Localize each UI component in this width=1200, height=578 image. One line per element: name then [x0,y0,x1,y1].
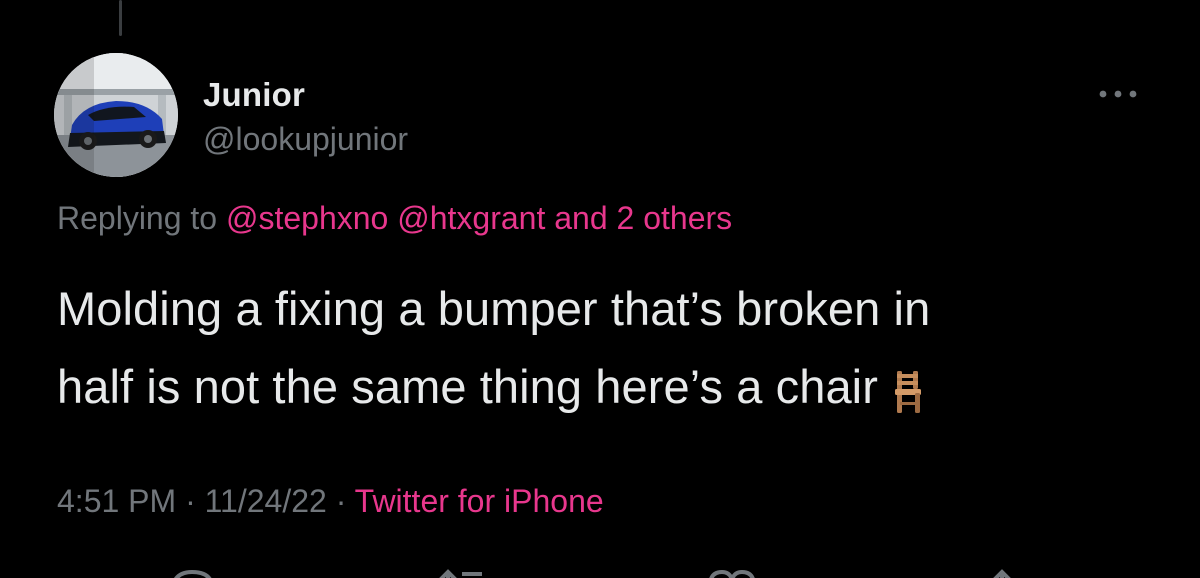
tweet-time[interactable]: 4:51 PM [57,483,176,519]
share-button[interactable] [978,568,1028,578]
like-icon [709,569,755,578]
chair-icon [892,358,922,436]
author-handle[interactable]: @lookupjunior [203,121,408,158]
tweet-text-line: half is not the same thing here’s a chai… [57,360,878,413]
share-icon [993,569,1011,578]
tweet-source-link[interactable]: Twitter for iPhone [355,483,604,519]
tweet-body: Molding a fixing a bumper that’s broken … [57,270,1157,436]
avatar[interactable] [54,53,178,177]
thread-connector-line [119,0,122,36]
like-button[interactable] [704,568,760,578]
mention-link[interactable]: @htxgrant [397,200,545,236]
mention-link[interactable]: @stephxno [226,200,388,236]
mention-others-link[interactable]: and 2 others [554,200,732,236]
tweet-date[interactable]: 11/24/22 [205,483,327,519]
tweet-action-bar [0,560,1200,578]
reply-icon [174,569,212,578]
reply-button[interactable] [168,568,216,578]
retweet-button[interactable] [432,568,492,578]
meta-separator: · [326,483,355,519]
author-name[interactable]: Junior [203,76,305,114]
retweet-icon [439,569,482,578]
more-icon [1099,90,1137,98]
avatar-car-image [54,53,178,177]
tweet-text-line: Molding a fixing a bumper that’s broken … [57,282,931,335]
more-options-button[interactable] [1092,82,1144,106]
tweet-text-line-with-emoji: half is not the same thing here’s a chai… [57,348,1157,436]
replying-to-label: Replying to [57,200,226,236]
replying-to-line: Replying to @stephxno @htxgrant and 2 ot… [57,200,732,237]
meta-separator: · [176,483,205,519]
tweet-metadata: 4:51 PM · 11/24/22 · Twitter for iPhone [57,483,604,520]
